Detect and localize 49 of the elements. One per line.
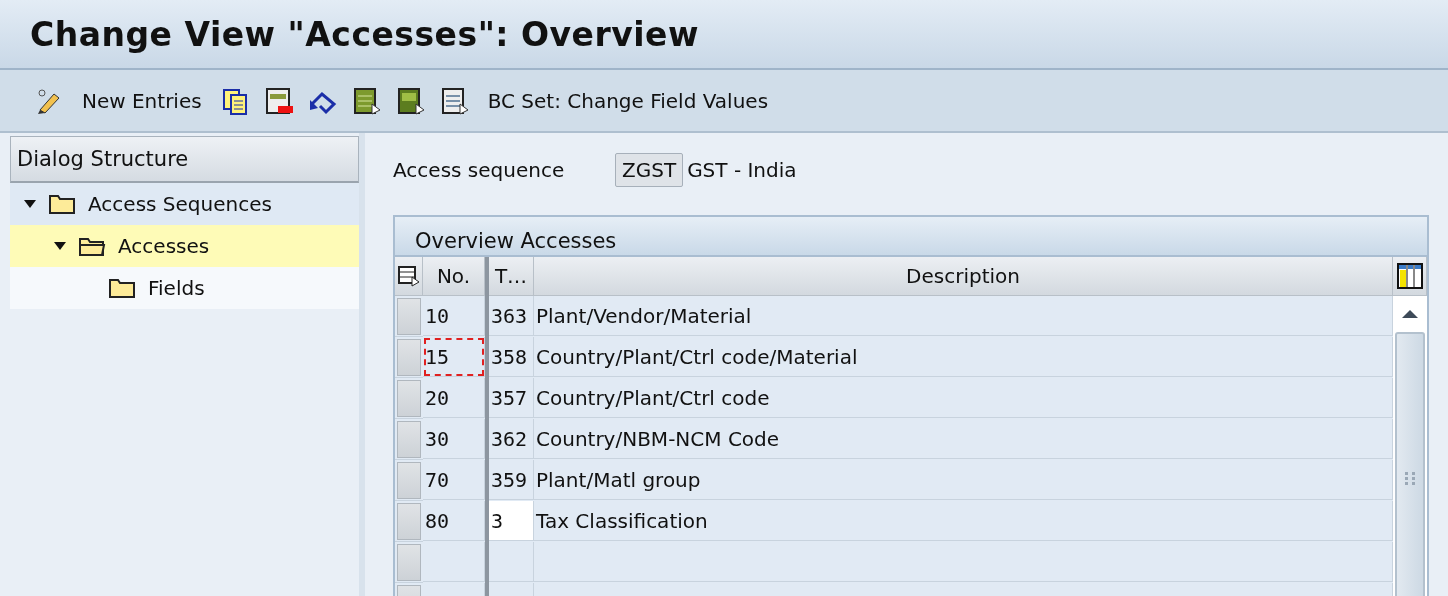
tree-item[interactable]: Access Sequences xyxy=(10,183,359,225)
column-header[interactable]: No. xyxy=(423,257,485,296)
toolbar-button[interactable]: New Entries xyxy=(78,88,206,113)
field-description: GST - India xyxy=(687,158,797,182)
window-title: Change View "Accesses": Overview xyxy=(30,14,699,54)
column-header[interactable]: T… xyxy=(489,257,534,296)
table-cell: 20 xyxy=(423,378,485,418)
table-cell: 359 xyxy=(489,460,534,500)
table-settings-icon[interactable] xyxy=(1396,263,1423,289)
table-settings-header[interactable] xyxy=(1393,257,1427,296)
select-block-icon[interactable] xyxy=(395,85,426,116)
table-cell: 357 xyxy=(489,378,534,418)
deselect-icon[interactable] xyxy=(439,85,470,116)
toolbar-button[interactable]: BC Set: Change Field Values xyxy=(483,88,773,113)
caret-icon[interactable] xyxy=(24,200,36,208)
grip-icon xyxy=(1404,471,1416,485)
table-cell: Plant/Matl group xyxy=(534,460,1393,500)
table-cell: 358 xyxy=(489,337,534,377)
folder-icon xyxy=(108,277,136,299)
column-settings-header[interactable] xyxy=(395,257,423,296)
input-field[interactable]: 3 xyxy=(489,501,534,541)
empty-cell xyxy=(423,542,485,582)
caret-icon[interactable] xyxy=(54,242,66,250)
field-label: Access sequence xyxy=(393,158,566,182)
tree-item[interactable]: Accesses xyxy=(10,225,359,267)
table-cell: Plant/Vendor/Material xyxy=(534,296,1393,336)
column-menu-icon[interactable] xyxy=(397,265,420,287)
tree-item[interactable]: Fields xyxy=(10,267,359,309)
table-cell: 70 xyxy=(423,460,485,500)
table-cell: 30 xyxy=(423,419,485,459)
table-cell: 80 xyxy=(423,501,485,541)
code-field[interactable]: ZGST xyxy=(615,153,684,187)
folder-icon xyxy=(48,193,76,215)
table-cell: Country/NBM-NCM Code xyxy=(534,419,1393,459)
scroll-thumb[interactable] xyxy=(1395,332,1425,596)
vertical-scrollbar[interactable] xyxy=(1393,296,1427,596)
table-cell: 362 xyxy=(489,419,534,459)
table-cell: 15 xyxy=(423,337,485,377)
table-cell: Tax Classification xyxy=(534,501,1393,541)
column-header[interactable]: Description xyxy=(534,257,1393,296)
table-cell: 363 xyxy=(489,296,534,336)
table-cell: Country/Plant/Ctrl code xyxy=(534,378,1393,418)
delete-icon[interactable] xyxy=(263,85,294,116)
table-cell: Country/Plant/Ctrl code/Material xyxy=(534,337,1393,377)
table-cell: 10 xyxy=(423,296,485,336)
panel-header: Dialog Structure xyxy=(10,136,359,183)
table-title: Overview Accesses xyxy=(395,217,1427,257)
open-folder-icon xyxy=(78,235,106,257)
select-all-icon[interactable] xyxy=(351,85,382,116)
